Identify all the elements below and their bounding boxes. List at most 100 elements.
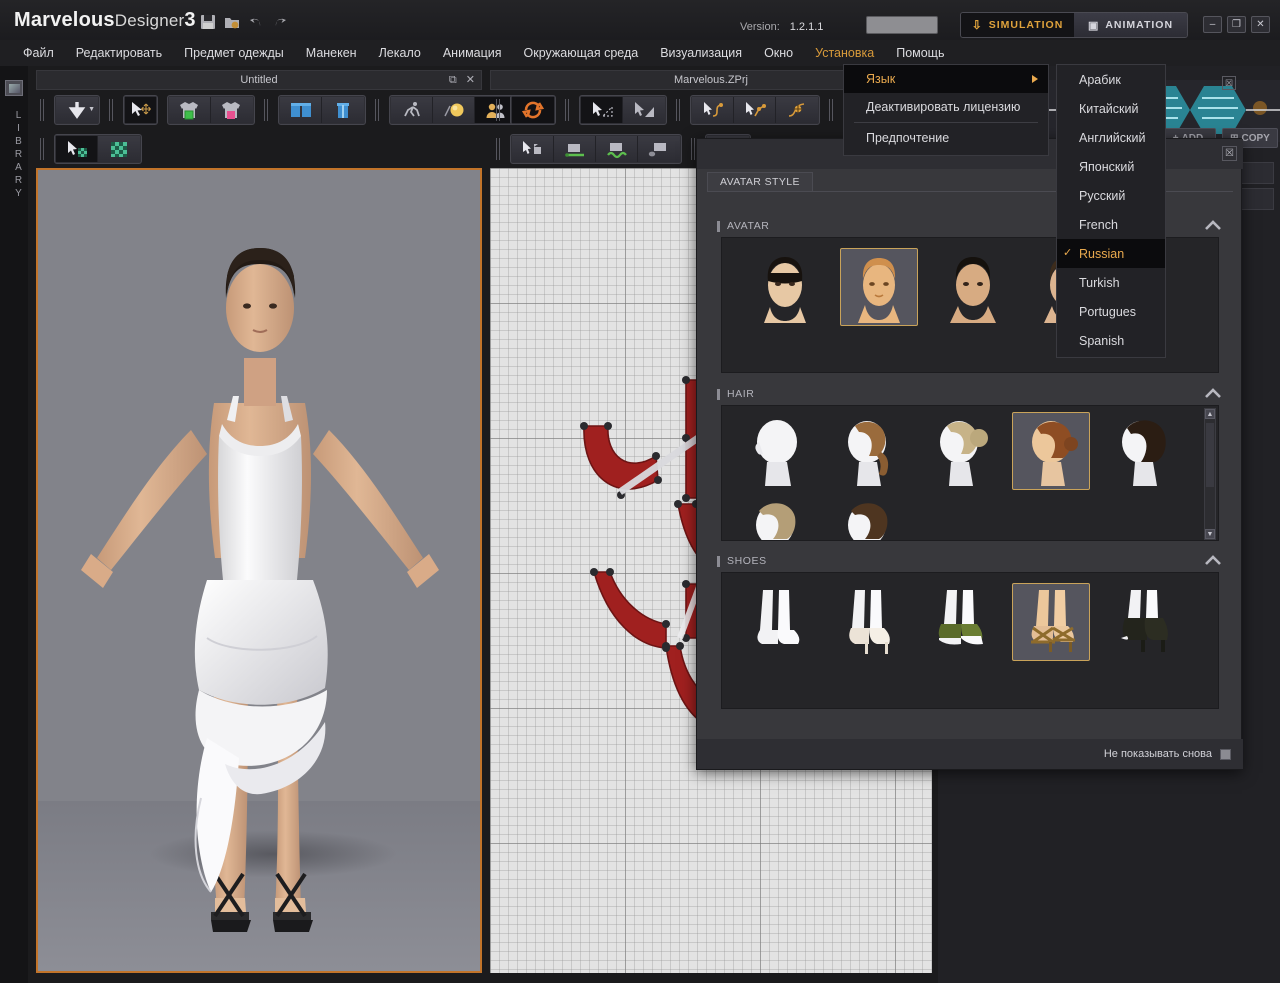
toolbar-grip[interactable] <box>40 99 45 121</box>
collapse-shoes-icon[interactable] <box>1203 551 1223 569</box>
hair-thumb-none[interactable] <box>736 412 814 490</box>
tab-avatar-style[interactable]: AVATAR STYLE <box>707 172 813 191</box>
collapse-avatar-icon[interactable] <box>1203 216 1223 234</box>
lang-japanese[interactable]: Японский <box>1057 152 1165 181</box>
hair-thumb-bob-auburn[interactable] <box>1012 412 1090 490</box>
hair-thumb-ponytail-brown[interactable] <box>828 412 906 490</box>
menu-item-language[interactable]: Язык <box>844 65 1048 93</box>
shoes-thumb-barefoot[interactable] <box>736 583 814 661</box>
viewport-3d[interactable] <box>36 168 482 973</box>
right-panel-close-icon[interactable]: ☒ <box>1222 76 1236 90</box>
restore-button[interactable]: ❐ <box>1227 16 1246 33</box>
hair-thumb-list[interactable]: ▲ ▼ <box>721 405 1219 541</box>
menu-help[interactable]: Помощь <box>885 42 955 64</box>
lang-russian[interactable]: ✓ Russian <box>1057 239 1165 268</box>
menu-garment[interactable]: Предмет одежды <box>173 42 295 64</box>
tool-sew-line-green[interactable] <box>554 136 596 162</box>
menu-environment[interactable]: Окружающая среда <box>513 42 650 64</box>
tool-curve-point[interactable] <box>692 97 734 123</box>
shoes-thumb-gold-sandals[interactable] <box>1012 583 1090 661</box>
hair-list-scrollbar[interactable]: ▲ ▼ <box>1204 408 1216 540</box>
menu-file[interactable]: Файл <box>12 42 65 64</box>
toolbar-grip[interactable] <box>676 99 681 121</box>
menu-item-preferences[interactable]: Предпочтение <box>844 124 1048 152</box>
tool-fold-arrange[interactable] <box>280 97 322 123</box>
lang-chinese[interactable]: Китайский <box>1057 94 1165 123</box>
tool-gift-blue[interactable] <box>322 97 364 123</box>
tool-simulate-gravity[interactable]: ▼ <box>56 97 98 123</box>
collapse-hair-icon[interactable] <box>1203 384 1223 402</box>
lang-french[interactable]: French <box>1057 210 1165 239</box>
shoes-thumb-white-heels[interactable] <box>828 583 906 661</box>
avatar-thumb-asian-female[interactable] <box>746 248 824 326</box>
tool-sync-simulate[interactable] <box>512 97 554 123</box>
sew-line-icon <box>562 139 588 159</box>
avatar-thumb-asian-male[interactable] <box>934 248 1012 326</box>
tool-edit-curvature[interactable] <box>776 97 818 123</box>
menu-avatar[interactable]: Манекен <box>295 42 368 64</box>
shoes-thumb-green-sneakers[interactable] <box>920 583 998 661</box>
avatar-thumb-female[interactable] <box>840 248 918 326</box>
shoes-thumb-list[interactable] <box>721 572 1219 709</box>
library-image-icon[interactable] <box>5 80 23 96</box>
menu-settings[interactable]: Установка <box>804 42 885 64</box>
tab-animation[interactable]: ▣ ANIMATION <box>1074 13 1187 37</box>
lang-chinese-label: Китайский <box>1079 102 1138 116</box>
lang-turkish[interactable]: Turkish <box>1057 268 1165 297</box>
section-header-hair[interactable]: HAIR <box>717 383 1223 405</box>
scroll-up-arrow-icon[interactable]: ▲ <box>1205 409 1215 419</box>
tool-select-mesh-pink[interactable] <box>211 97 253 123</box>
lang-arabic[interactable]: Арабик <box>1057 65 1165 94</box>
tool-sew-edit[interactable] <box>638 136 680 162</box>
viewport-3d-expand-icon[interactable]: ⧉ <box>449 74 457 86</box>
section-header-shoes[interactable]: SHOES <box>717 550 1223 572</box>
menu-pattern[interactable]: Лекало <box>368 42 432 64</box>
lang-spanish[interactable]: Spanish <box>1057 326 1165 355</box>
menu-edit[interactable]: Редактировать <box>65 42 173 64</box>
toolbar-grip[interactable] <box>496 138 501 160</box>
toolbar-grip[interactable] <box>109 99 114 121</box>
tool-sew-free-green[interactable] <box>596 136 638 162</box>
open-folder-icon[interactable] <box>224 14 240 30</box>
close-button[interactable]: ✕ <box>1251 16 1270 33</box>
lang-english[interactable]: Английский <box>1057 123 1165 152</box>
save-icon[interactable] <box>200 14 216 30</box>
hair-thumb-bun-blonde[interactable] <box>920 412 998 490</box>
tool-select-move[interactable] <box>125 97 156 123</box>
scrollbar-thumb[interactable] <box>1206 423 1214 487</box>
undo-icon[interactable] <box>248 14 264 30</box>
tool-add-point[interactable] <box>734 97 776 123</box>
tool-transform-pattern[interactable] <box>581 97 623 123</box>
toolbar-grip[interactable] <box>829 99 834 121</box>
tab-simulation[interactable]: ⇩ SIMULATION <box>961 13 1074 37</box>
toolbar-grip[interactable] <box>565 99 570 121</box>
viewport-3d-close-icon[interactable]: ✕ <box>466 74 475 86</box>
tool-edit-pattern[interactable] <box>623 97 665 123</box>
toolbar-grip[interactable] <box>264 99 269 121</box>
menu-render[interactable]: Визуализация <box>649 42 753 64</box>
menu-animation[interactable]: Анимация <box>432 42 513 64</box>
minimize-button[interactable]: – <box>1203 16 1222 33</box>
dont-show-again-checkbox[interactable] <box>1220 749 1231 760</box>
menu-item-deactivate-license[interactable]: Деактивировать лицензию <box>844 93 1048 121</box>
toolbar-grip[interactable] <box>375 99 380 121</box>
lang-russian-ru[interactable]: Русский <box>1057 181 1165 210</box>
tool-select-pattern-3d[interactable] <box>56 136 98 162</box>
shoes-thumb-black-boots[interactable] <box>1104 583 1182 661</box>
dialog-close-button[interactable]: ☒ <box>1222 146 1237 161</box>
tool-animation-run[interactable] <box>391 97 433 123</box>
checker-grid-icon <box>106 139 132 159</box>
tool-texture-checker[interactable] <box>98 136 140 162</box>
toolbar-grip[interactable] <box>40 138 45 160</box>
tool-light-sphere[interactable] <box>433 97 475 123</box>
tool-sew-segment[interactable] <box>512 136 554 162</box>
hair-thumb-short-brown[interactable] <box>828 498 906 540</box>
tool-select-mesh-green[interactable] <box>169 97 211 123</box>
lang-portugues[interactable]: Portugues <box>1057 297 1165 326</box>
toolbar-grip[interactable] <box>496 99 501 121</box>
hair-thumb-bob-dark[interactable] <box>1104 412 1182 490</box>
menu-window[interactable]: Окно <box>753 42 804 64</box>
hair-thumb-short-blonde[interactable] <box>736 498 814 540</box>
scroll-down-arrow-icon[interactable]: ▼ <box>1205 529 1215 539</box>
redo-icon[interactable] <box>272 14 288 30</box>
